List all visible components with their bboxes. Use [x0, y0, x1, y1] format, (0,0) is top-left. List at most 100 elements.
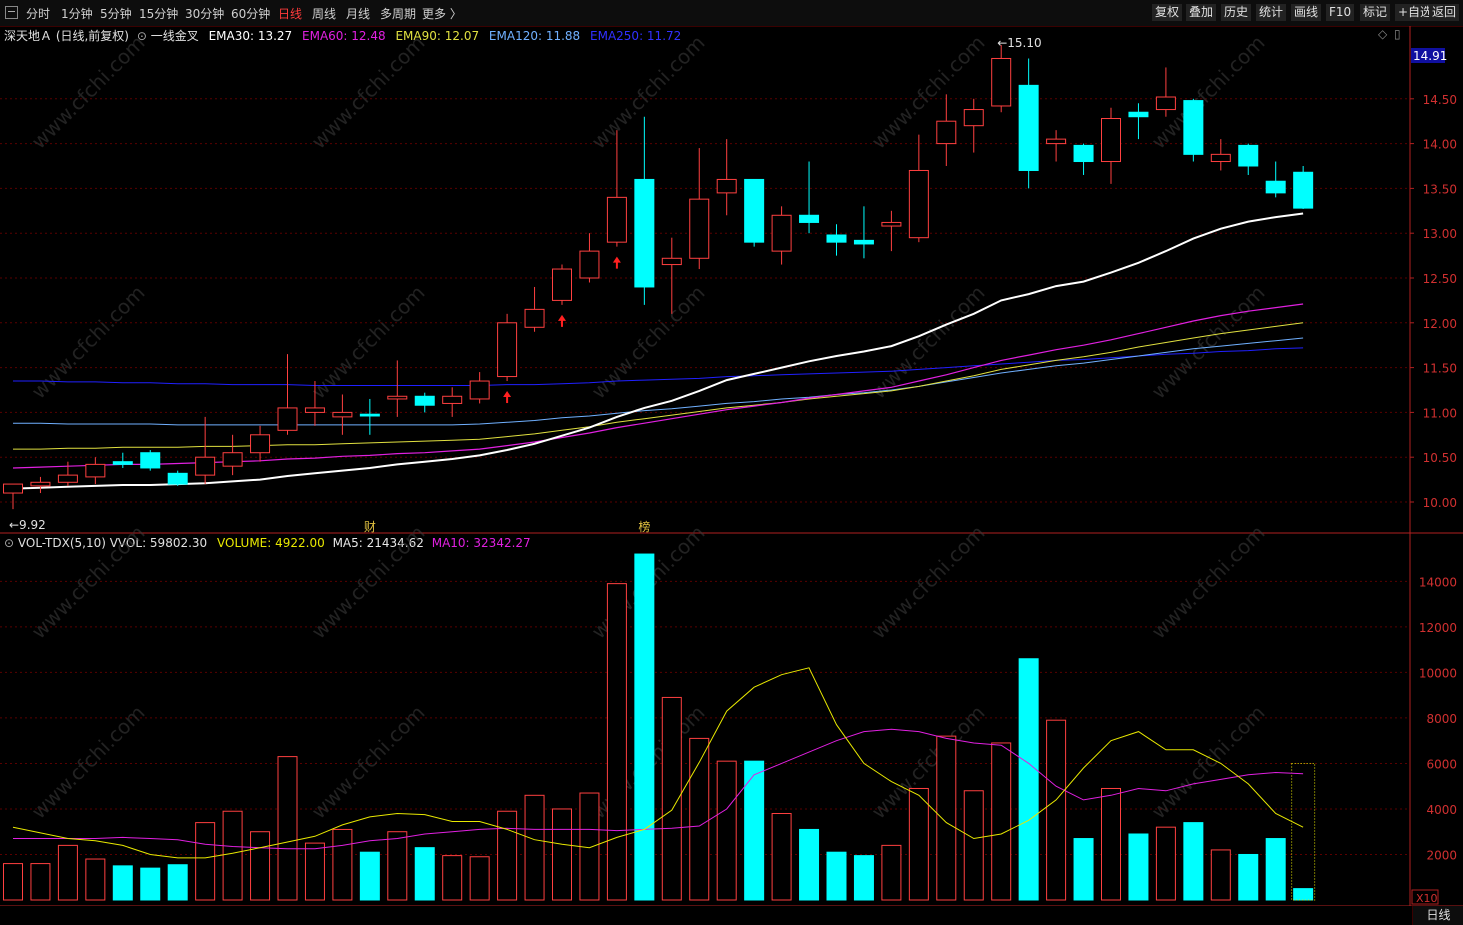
candle	[1155, 67, 1176, 117]
tab-period-60min[interactable]: 60分钟	[231, 5, 270, 22]
candle-body-up	[57, 474, 78, 483]
price-tick-label: 13.50	[1423, 182, 1457, 196]
price-tick-label: 11.00	[1423, 406, 1457, 420]
candle-body-down	[1128, 111, 1149, 118]
volume-bar	[250, 831, 271, 901]
volume-tick-label: 4000	[1426, 803, 1457, 817]
candle-body-down	[1183, 100, 1204, 155]
signal-arrow-icon	[503, 391, 512, 404]
draw-line-button[interactable]: 画线	[1291, 4, 1322, 21]
watermark: www.cfchi.com	[27, 701, 150, 824]
volume-bar	[414, 847, 435, 901]
candle-body-up	[881, 221, 902, 227]
tab-period-weekly[interactable]: 周线	[312, 5, 336, 22]
candle	[1101, 107, 1121, 184]
volume-bar	[277, 756, 298, 901]
signal-arrow-head	[558, 314, 566, 321]
candle-body-up	[332, 411, 353, 418]
candle-body-up	[387, 395, 408, 400]
menu-icon[interactable]	[5, 6, 18, 19]
tab-period-daily[interactable]: 日线	[278, 5, 302, 22]
overlay-button[interactable]: 叠加	[1186, 4, 1217, 21]
candle	[853, 206, 874, 259]
candle	[112, 452, 133, 468]
volume-bar	[744, 760, 765, 901]
volume-bar	[936, 735, 957, 901]
candle	[579, 233, 600, 283]
candle-body-up	[908, 169, 929, 239]
volume-bar	[3, 863, 23, 901]
f10-button[interactable]: F10	[1326, 4, 1355, 21]
candle-body-down	[826, 234, 847, 243]
candle-body-up	[661, 257, 682, 266]
candle	[195, 416, 216, 485]
watermark: www.cfchi.com	[1147, 521, 1270, 644]
fuquan-button[interactable]: 复权	[1152, 4, 1183, 21]
tab-period-multi[interactable]: 多周期	[380, 5, 416, 22]
mark-button[interactable]: 标记	[1360, 4, 1391, 21]
volume-bar	[881, 844, 902, 901]
stats-button[interactable]: 统计	[1256, 4, 1287, 21]
tab-period-1min[interactable]: 1分钟	[61, 5, 93, 22]
candle-body-up	[222, 452, 243, 467]
candle	[799, 161, 820, 234]
watermark: www.cfchi.com	[27, 31, 150, 154]
candle-body-down	[1293, 171, 1314, 209]
candle	[1018, 58, 1039, 189]
candle	[167, 470, 188, 486]
kline-chart[interactable]: 14.50 14.00 13.50 13.00 12.50 12.00 11.50 11.00…	[0, 26, 1463, 906]
candle-body-up	[1046, 138, 1067, 145]
back-button[interactable]: 返回	[1429, 4, 1460, 21]
volume-bar	[30, 863, 51, 901]
event-marker: 财	[364, 520, 376, 534]
price-tick-label: 12.00	[1423, 317, 1457, 331]
signal-arrow-icon	[612, 256, 621, 269]
volume-bar	[716, 760, 737, 901]
candle	[30, 476, 51, 494]
candle-body-down	[1265, 180, 1286, 194]
last-price-label: 14.91	[1413, 49, 1447, 63]
candle	[881, 210, 902, 252]
candle-body-down	[359, 413, 380, 417]
period-status[interactable]: 日线	[1412, 906, 1463, 925]
volume-bar	[1210, 849, 1231, 901]
volume-bar	[1073, 838, 1094, 901]
tab-period-30min[interactable]: 30分钟	[185, 5, 224, 22]
volume-bar	[497, 810, 518, 901]
volume-bar	[799, 828, 820, 901]
watermark: www.cfchi.com	[1147, 281, 1270, 404]
tab-period-monthly[interactable]: 月线	[346, 5, 370, 22]
candle-body-down	[112, 461, 133, 465]
volume-bar	[524, 794, 545, 901]
ema250-line	[13, 347, 1304, 386]
candle-body-down	[799, 214, 820, 223]
candle	[963, 98, 984, 153]
volume-bar	[908, 787, 929, 901]
candle	[826, 224, 847, 256]
volume-unit-label: X10	[1416, 892, 1438, 905]
volume-bar	[387, 831, 408, 901]
period-toolbar: 分时 1分钟 5分钟 15分钟 30分钟 60分钟 日线 周线 月线 多周期 更…	[0, 0, 1463, 27]
tab-period-15min[interactable]: 15分钟	[139, 5, 178, 22]
tab-period-fenshi[interactable]: 分时	[26, 5, 50, 22]
candle-body-up	[552, 268, 572, 301]
candle-body-down	[414, 395, 435, 406]
candle-body-down	[167, 472, 188, 485]
volume-highlight-box	[1291, 762, 1316, 901]
candle-body-up	[524, 308, 545, 328]
candle	[332, 394, 353, 435]
price-tick-label: 13.00	[1423, 227, 1457, 241]
candle-body-down	[1018, 84, 1039, 171]
history-button[interactable]: 历史	[1221, 4, 1252, 21]
watermark: www.cfchi.com	[867, 521, 990, 644]
candle-body-up	[85, 463, 106, 478]
volume-bar	[1128, 833, 1149, 901]
volume-bar	[606, 583, 627, 901]
candle	[57, 461, 78, 486]
candle	[414, 392, 435, 413]
volume-bar	[1293, 888, 1314, 901]
candle-body-up	[442, 395, 463, 404]
tab-period-more[interactable]: 更多 〉	[422, 5, 462, 22]
volume-tick-label: 14000	[1419, 575, 1457, 589]
tab-period-5min[interactable]: 5分钟	[100, 5, 132, 22]
